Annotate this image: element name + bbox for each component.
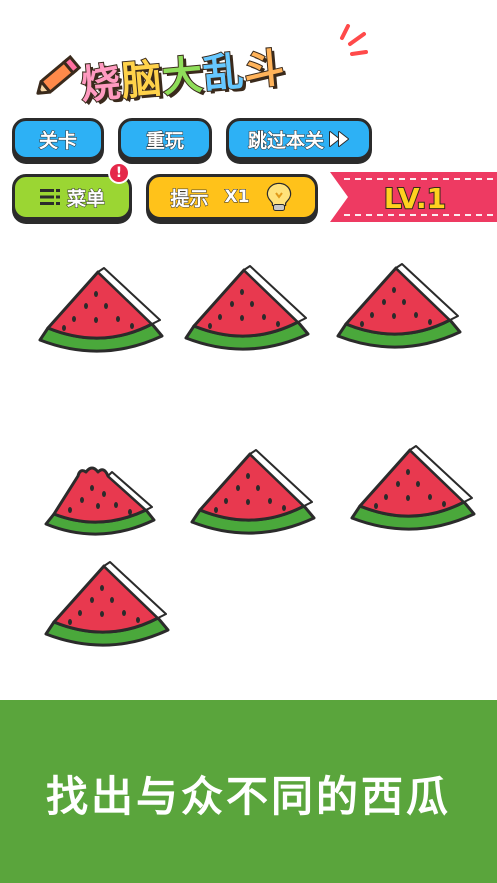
fast-forward-icon (329, 131, 349, 147)
sparkle-icon (340, 24, 368, 56)
watermelon-slice-bitten[interactable] (42, 460, 158, 546)
watermelon-slice[interactable] (186, 446, 320, 548)
game-title: 烧脑大乱斗 (78, 44, 288, 110)
menu-list-icon (39, 189, 60, 205)
light-bulb-icon (267, 182, 292, 211)
replay-label: 重玩 (145, 129, 184, 152)
hint-label: 提示 (170, 187, 209, 210)
watermelon-slice[interactable] (332, 260, 466, 362)
watermelon-slice[interactable] (40, 558, 174, 660)
notification-badge: ! (108, 162, 130, 184)
level-select-label: 关卡 (38, 129, 77, 152)
skip-level-button[interactable]: 跳过本关 (226, 118, 372, 160)
hint-count: X1 (224, 187, 250, 208)
instruction-banner: 找出与众不同的西瓜 (0, 700, 497, 883)
watermelon-slice[interactable] (180, 262, 314, 364)
watermelon-slice[interactable] (346, 442, 480, 544)
game-logo: 烧脑大乱斗 (18, 10, 368, 110)
hint-button[interactable]: 提示 X1 (146, 174, 318, 220)
replay-button[interactable]: 重玩 (118, 118, 212, 160)
menu-label: 菜单 (66, 187, 105, 210)
level-select-button[interactable]: 关卡 (12, 118, 104, 160)
instruction-text: 找出与众不同的西瓜 (45, 772, 451, 821)
level-indicator: LV.1 (383, 181, 447, 216)
watermelon-slice[interactable] (34, 264, 168, 366)
skip-level-label: 跳过本关 (247, 129, 324, 152)
